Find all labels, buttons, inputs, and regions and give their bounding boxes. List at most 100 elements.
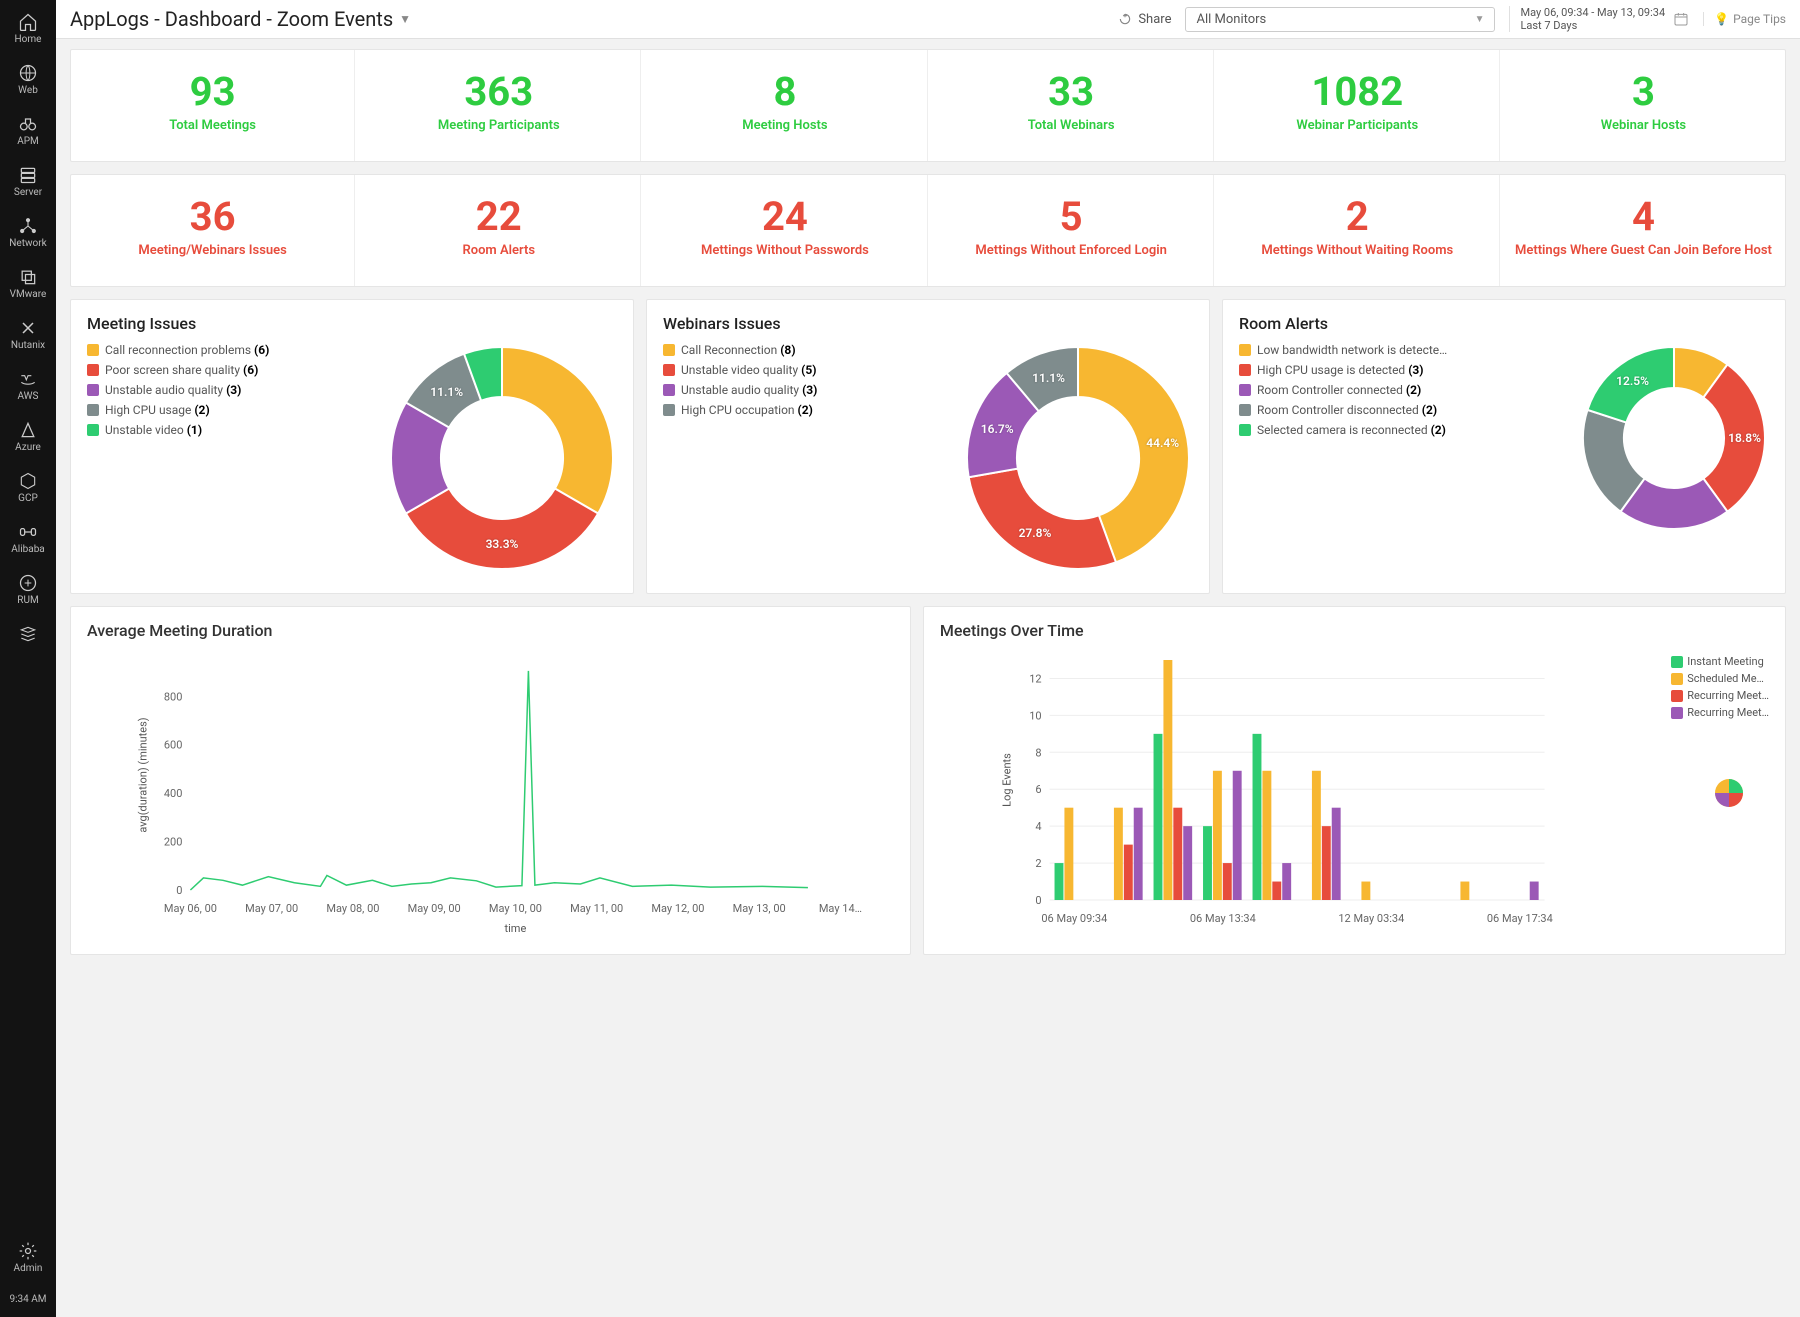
sidebar-item-home[interactable]: Home [0, 6, 56, 51]
legend-item[interactable]: High CPU usage (2) [87, 403, 369, 417]
sidebar-item-azure[interactable]: Azure [0, 414, 56, 459]
share-icon [1118, 12, 1132, 26]
svg-text:Log Events: Log Events [1000, 753, 1013, 807]
legend-item[interactable]: Unstable video quality (5) [663, 363, 945, 377]
legend-item[interactable]: Call reconnection problems (6) [87, 343, 369, 357]
kpi-value: 8 [653, 72, 916, 112]
kpi-label: Mettings Where Guest Can Join Before Hos… [1512, 243, 1775, 258]
kpi-card[interactable]: 2Mettings Without Waiting Rooms [1216, 175, 1500, 286]
svg-text:May 14…: May 14… [819, 902, 862, 915]
globe-icon [18, 63, 38, 83]
svg-text:avg(duration) (minutes): avg(duration) (minutes) [136, 718, 149, 833]
legend-item[interactable]: Unstable audio quality (3) [87, 383, 369, 397]
sidebar-item-aws[interactable]: AWS [0, 363, 56, 408]
legend-swatch [663, 404, 675, 416]
kpi-card[interactable]: 363Meeting Participants [357, 50, 641, 161]
sidebar-item-web[interactable]: Web [0, 57, 56, 102]
bar-chart[interactable]: 024681012Log Events06 May 09:3406 May 13… [940, 650, 1769, 940]
kpi-card[interactable]: 3Webinar Hosts [1502, 50, 1785, 161]
sidebar-item-apm[interactable]: APM [0, 108, 56, 153]
panel-title: Webinars Issues [663, 314, 1193, 333]
donut-webinar[interactable]: 44.4%27.8%16.7%11.1% [963, 343, 1193, 573]
svg-text:06 May 13:34: 06 May 13:34 [1190, 912, 1256, 925]
panel-title: Meetings Over Time [940, 621, 1769, 640]
kpi-card[interactable]: 36Meeting/Webinars Issues [71, 175, 355, 286]
kpi-card[interactable]: 24 Mettings Without Passwords [643, 175, 927, 286]
donut-room[interactable]: 18.8%12.5% [1579, 343, 1769, 533]
calendar-icon [1673, 11, 1689, 27]
kpi-label: Total Meetings [81, 118, 344, 133]
sidebar-item-server[interactable]: Server [0, 159, 56, 204]
kpi-card[interactable]: 4Mettings Where Guest Can Join Before Ho… [1502, 175, 1785, 286]
line-chart[interactable]: 0200400600800May 06, 00May 07, 00May 08,… [87, 650, 894, 940]
sidebar-item-alibaba[interactable]: Alibaba [0, 516, 56, 561]
chevron-down-icon: ▼ [399, 12, 411, 26]
legend-item[interactable]: Selected camera is reconnected (2) [1239, 423, 1561, 437]
legend-item[interactable]: Poor screen share quality (6) [87, 363, 369, 377]
sidebar-item-label: Home [15, 34, 42, 45]
kpi-label: Room Alerts [367, 243, 630, 258]
sidebar-item-network[interactable]: Network [0, 210, 56, 255]
kpi-card[interactable]: 5Mettings Without Enforced Login [930, 175, 1214, 286]
legend-swatch [87, 424, 99, 436]
svg-text:12: 12 [1029, 673, 1041, 686]
donut-meeting[interactable]: 33.3%11.1% [387, 343, 617, 573]
legend-swatch [1239, 364, 1251, 376]
svg-text:800: 800 [164, 691, 183, 704]
svg-text:0: 0 [1035, 894, 1041, 907]
legend-item[interactable]: Low bandwidth network is detecte… [1239, 343, 1561, 357]
panel-avg-duration: Average Meeting Duration 0200400600800Ma… [70, 606, 911, 955]
sidebar-item-stack[interactable] [0, 618, 56, 650]
sidebar-item-nutanix[interactable]: Nutanix [0, 312, 56, 357]
legend-swatch [1239, 384, 1251, 396]
svg-text:06 May 09:34: 06 May 09:34 [1041, 912, 1107, 925]
legend-swatch [87, 384, 99, 396]
azure-icon [18, 420, 38, 440]
legend-item[interactable]: High CPU occupation (2) [663, 403, 945, 417]
legend-swatch [87, 344, 99, 356]
network-icon [18, 216, 38, 236]
kpi-card[interactable]: 1082Webinar Participants [1216, 50, 1500, 161]
legend-item[interactable]: Recurring Meet… [1671, 689, 1769, 702]
breadcrumb[interactable]: AppLogs - Dashboard - Zoom Events ▼ [70, 7, 411, 31]
kpi-label: Meeting Participants [367, 118, 630, 133]
kpi-label: Mettings Without Passwords [653, 243, 916, 258]
svg-text:time: time [505, 922, 527, 935]
panel-room-alerts: Room Alerts Low bandwidth network is det… [1222, 299, 1786, 594]
svg-text:200: 200 [164, 836, 183, 849]
legend-item[interactable]: Room Controller disconnected (2) [1239, 403, 1561, 417]
sidebar-item-admin[interactable]: Admin [0, 1235, 56, 1280]
kpi-card[interactable]: 33Total Webinars [930, 50, 1214, 161]
kpi-card[interactable]: 93 Total Meetings [71, 50, 355, 161]
legend-item[interactable]: Instant Meeting [1671, 655, 1769, 668]
legend-swatch [663, 344, 675, 356]
page-tips-button[interactable]: 💡 Page Tips [1703, 12, 1786, 26]
legend-item[interactable]: Unstable video (1) [87, 423, 369, 437]
svg-text:6: 6 [1035, 784, 1041, 797]
kpi-card[interactable]: 8Meeting Hosts [643, 50, 927, 161]
kpi-label: Mettings Without Waiting Rooms [1226, 243, 1489, 258]
sidebar-item-rum[interactable]: RUM [0, 567, 56, 612]
legend-item[interactable]: Room Controller connected (2) [1239, 383, 1561, 397]
kpi-value: 93 [81, 72, 344, 112]
sidebar-item-gcp[interactable]: GCP [0, 465, 56, 510]
time-range-picker[interactable]: May 06, 09:34 - May 13, 09:34 Last 7 Day… [1509, 6, 1689, 32]
kpi-value: 24 [653, 197, 916, 237]
legend-swatch [87, 404, 99, 416]
legend-item[interactable]: High CPU usage is detected (3) [1239, 363, 1561, 377]
svg-text:8: 8 [1035, 747, 1041, 760]
kpi-card[interactable]: 22Room Alerts [357, 175, 641, 286]
mini-pie-icon [1713, 777, 1745, 809]
svg-text:400: 400 [164, 788, 183, 801]
legend-item[interactable]: Scheduled Me… [1671, 672, 1769, 685]
legend-item[interactable]: Recurring Meet… [1671, 706, 1769, 719]
kpi-value: 3 [1512, 72, 1775, 112]
legend-swatch [663, 364, 675, 376]
legend-item[interactable]: Unstable audio quality (3) [663, 383, 945, 397]
monitor-dropdown[interactable]: All Monitors ▼ [1185, 7, 1495, 32]
share-button[interactable]: Share [1118, 12, 1171, 27]
legend-item[interactable]: Call Reconnection (8) [663, 343, 945, 357]
copy-icon [18, 267, 38, 287]
kpi-label: Total Webinars [940, 118, 1203, 133]
sidebar-item-vmware[interactable]: VMware [0, 261, 56, 306]
